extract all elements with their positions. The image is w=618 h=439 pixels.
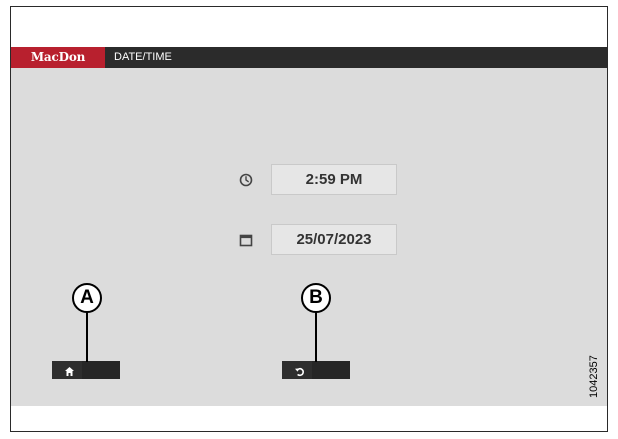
back-button-segment [312, 361, 350, 379]
figure-number: 1042357 [588, 355, 600, 398]
display-screen: MacDon DATE/TIME 2:59 PM 25/07/2023 [11, 47, 607, 406]
page-title: DATE/TIME [114, 51, 172, 63]
date-field[interactable]: 25/07/2023 [271, 224, 397, 255]
brand-logo: MacDon [11, 47, 105, 68]
callout-b-leader [315, 312, 317, 362]
home-button-segment [82, 361, 120, 379]
home-icon [64, 364, 75, 382]
callout-a: A [72, 283, 102, 313]
callout-b: B [301, 283, 331, 313]
back-icon [294, 364, 305, 382]
home-button[interactable] [52, 361, 120, 379]
clock-icon [239, 173, 253, 192]
back-button[interactable] [282, 361, 350, 379]
title-bar: MacDon DATE/TIME [11, 47, 607, 68]
callout-a-leader [86, 312, 88, 362]
time-field[interactable]: 2:59 PM [271, 164, 397, 195]
calendar-icon [239, 233, 253, 252]
